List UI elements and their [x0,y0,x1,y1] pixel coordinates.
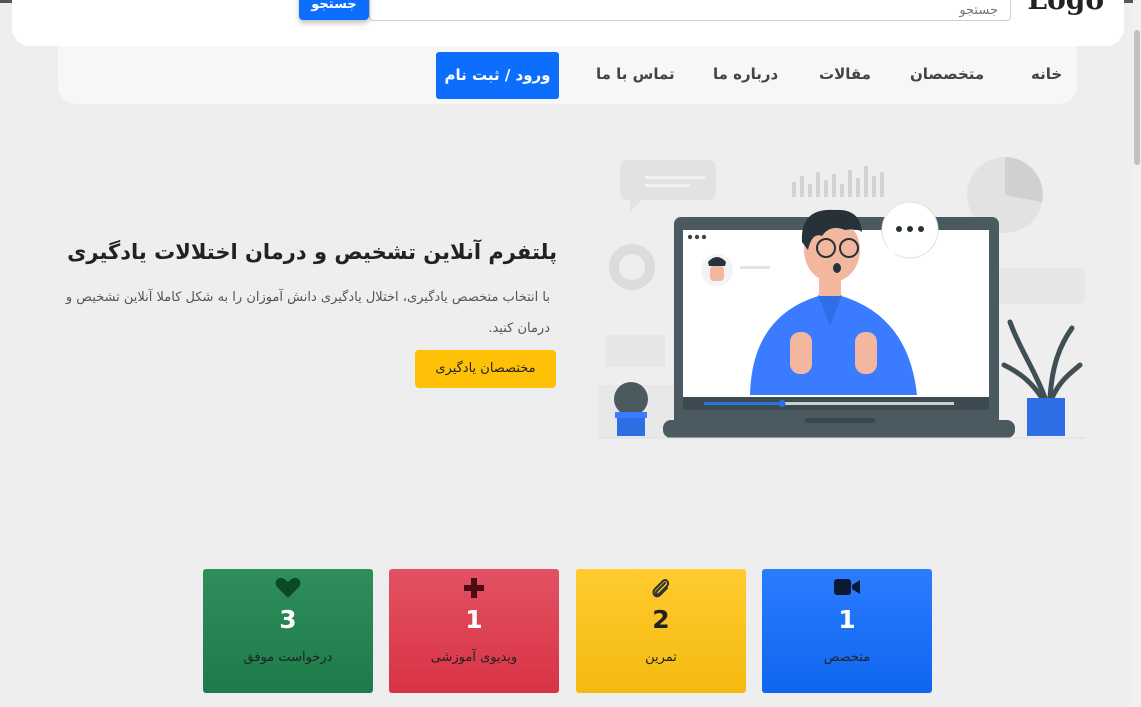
plant-decoration [1001,319,1083,401]
stat-card-successful-requests[interactable]: 3 درخواست موفق [203,569,373,693]
stat-card-exercises[interactable]: 2 تمرین [576,569,746,693]
page-scrollbar[interactable] [1133,0,1141,707]
site-logo[interactable]: Logo [1027,0,1104,14]
hero-illustration [598,157,1085,439]
paperclip-icon [576,577,746,601]
hero-description: با انتخاب متخصص یادگیری، اختلال یادگیری … [65,290,550,336]
hero-title: پلتفرم آنلاین تشخیص و درمان اختلالات یاد… [67,240,557,264]
stat-label: تمرین [645,650,677,665]
stat-value: 2 [652,605,670,634]
stat-label: ویدیوی آموزشی [430,650,518,665]
search-button[interactable]: جستجو [299,0,369,20]
plus-icon [389,577,559,601]
stat-label: متخصص [823,650,871,665]
stat-card-specialists[interactable]: 1 متخصص [762,569,932,693]
nav-item-contact[interactable]: تماس با ما [596,65,675,83]
nav-item-about[interactable]: درباره ما [713,65,778,83]
nav-item-home[interactable]: خانه [1031,65,1062,83]
stat-card-training-videos[interactable]: 1 ویدیوی آموزشی [389,569,559,693]
heart-icon [203,577,373,601]
main-navbar: خانه متخصصان مقالات درباره ما تماس با ما… [58,46,1077,104]
learning-specialists-button[interactable]: مختصصان یادگیری [415,350,556,388]
header-bar: جستجو Logo [12,0,1124,46]
nav-item-articles[interactable]: مقالات [819,65,871,83]
stat-value: 3 [279,605,297,634]
nav-item-specialists[interactable]: متخصصان [910,65,984,83]
stat-label: درخواست موفق [243,650,333,665]
search-input[interactable] [370,0,1010,21]
search-field[interactable] [369,0,1011,21]
stat-value: 1 [838,605,856,634]
bar-graph-decoration [792,166,884,197]
login-register-button[interactable]: ورود / ثبت نام [436,52,559,99]
scrollbar-thumb[interactable] [1134,30,1140,165]
donut-decoration [609,244,655,290]
video-camera-icon [762,577,932,601]
cactus-decoration [614,382,648,416]
speech-bubble-decoration [620,160,716,200]
stat-value: 1 [465,605,483,634]
